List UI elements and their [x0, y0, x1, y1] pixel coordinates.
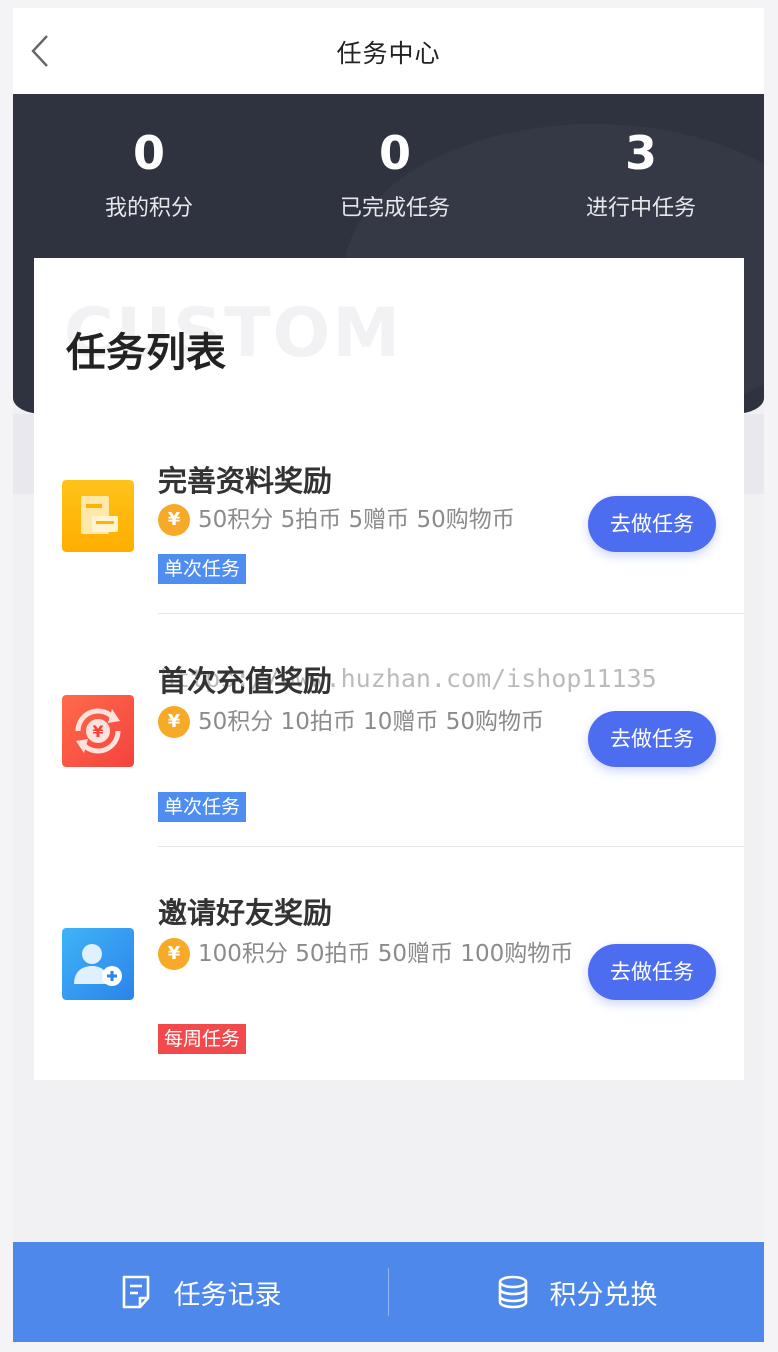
task-records-button[interactable]: 任务记录 — [13, 1242, 388, 1342]
invite-friend-icon — [62, 928, 134, 1000]
stat-my-points: 0 我的积分 — [26, 124, 272, 222]
task-name: 完善资料奖励 — [158, 464, 333, 498]
coin-icon: ¥ — [158, 706, 190, 738]
coin-stack-icon — [498, 1275, 527, 1309]
coin-icon: ¥ — [158, 504, 190, 536]
task-type-tag: 单次任务 — [158, 554, 247, 584]
top-nav: 任务中心 — [13, 8, 764, 94]
watermark-text: https://www.huzhan.com/ishop11135 — [160, 664, 657, 693]
stat-value: 0 — [132, 126, 165, 180]
svg-text:¥: ¥ — [92, 722, 103, 741]
phone-screen: 任务中心 0 我的积分 0 已完成任务 3 进行中任务 CUSTOM 任务列表 — [13, 8, 764, 1342]
task-reward: 100积分 50拍币 50赠币 100购物币 — [198, 941, 574, 967]
stat-label: 已完成任务 — [339, 196, 450, 221]
task-type-tag: 每周任务 — [158, 1024, 247, 1054]
do-task-button[interactable]: 去做任务 — [588, 711, 716, 767]
task-divider — [158, 613, 744, 614]
stat-completed-tasks: 0 已完成任务 — [272, 124, 518, 222]
stat-value: 0 — [378, 126, 411, 180]
task-reward: 50积分 5拍币 5赠币 50购物币 — [198, 507, 515, 533]
coin-icon: ¥ — [158, 938, 190, 970]
do-task-button[interactable]: 去做任务 — [588, 496, 716, 552]
task-name: 邀请好友奖励 — [158, 896, 333, 930]
task-list-heading: 任务列表 — [66, 330, 226, 376]
task-type-tag: 单次任务 — [158, 792, 247, 822]
bottom-action-bar: 任务记录 积分兑换 — [13, 1242, 764, 1342]
points-exchange-button[interactable]: 积分兑换 — [389, 1242, 764, 1342]
stat-label: 我的积分 — [104, 196, 193, 221]
do-task-button[interactable]: 去做任务 — [588, 944, 716, 1000]
stat-in-progress-tasks: 3 进行中任务 — [518, 124, 764, 222]
document-icon — [122, 1275, 149, 1309]
recharge-icon: ¥ — [62, 695, 134, 767]
page-title: 任务中心 — [336, 39, 441, 68]
stat-value: 3 — [624, 126, 657, 180]
stats-row: 0 我的积分 0 已完成任务 3 进行中任务 — [13, 124, 764, 222]
profile-doc-icon — [62, 480, 134, 552]
stat-label: 进行中任务 — [585, 196, 696, 221]
points-exchange-label: 积分兑换 — [549, 1279, 658, 1311]
task-reward: 50积分 10拍币 10赠币 50购物币 — [198, 709, 544, 735]
task-records-label: 任务记录 — [173, 1279, 282, 1311]
task-list-card: CUSTOM 任务列表 完善资料奖励 ¥ 50积分 5拍币 5赠币 50购物币 … — [34, 258, 744, 1080]
task-divider — [158, 846, 744, 847]
